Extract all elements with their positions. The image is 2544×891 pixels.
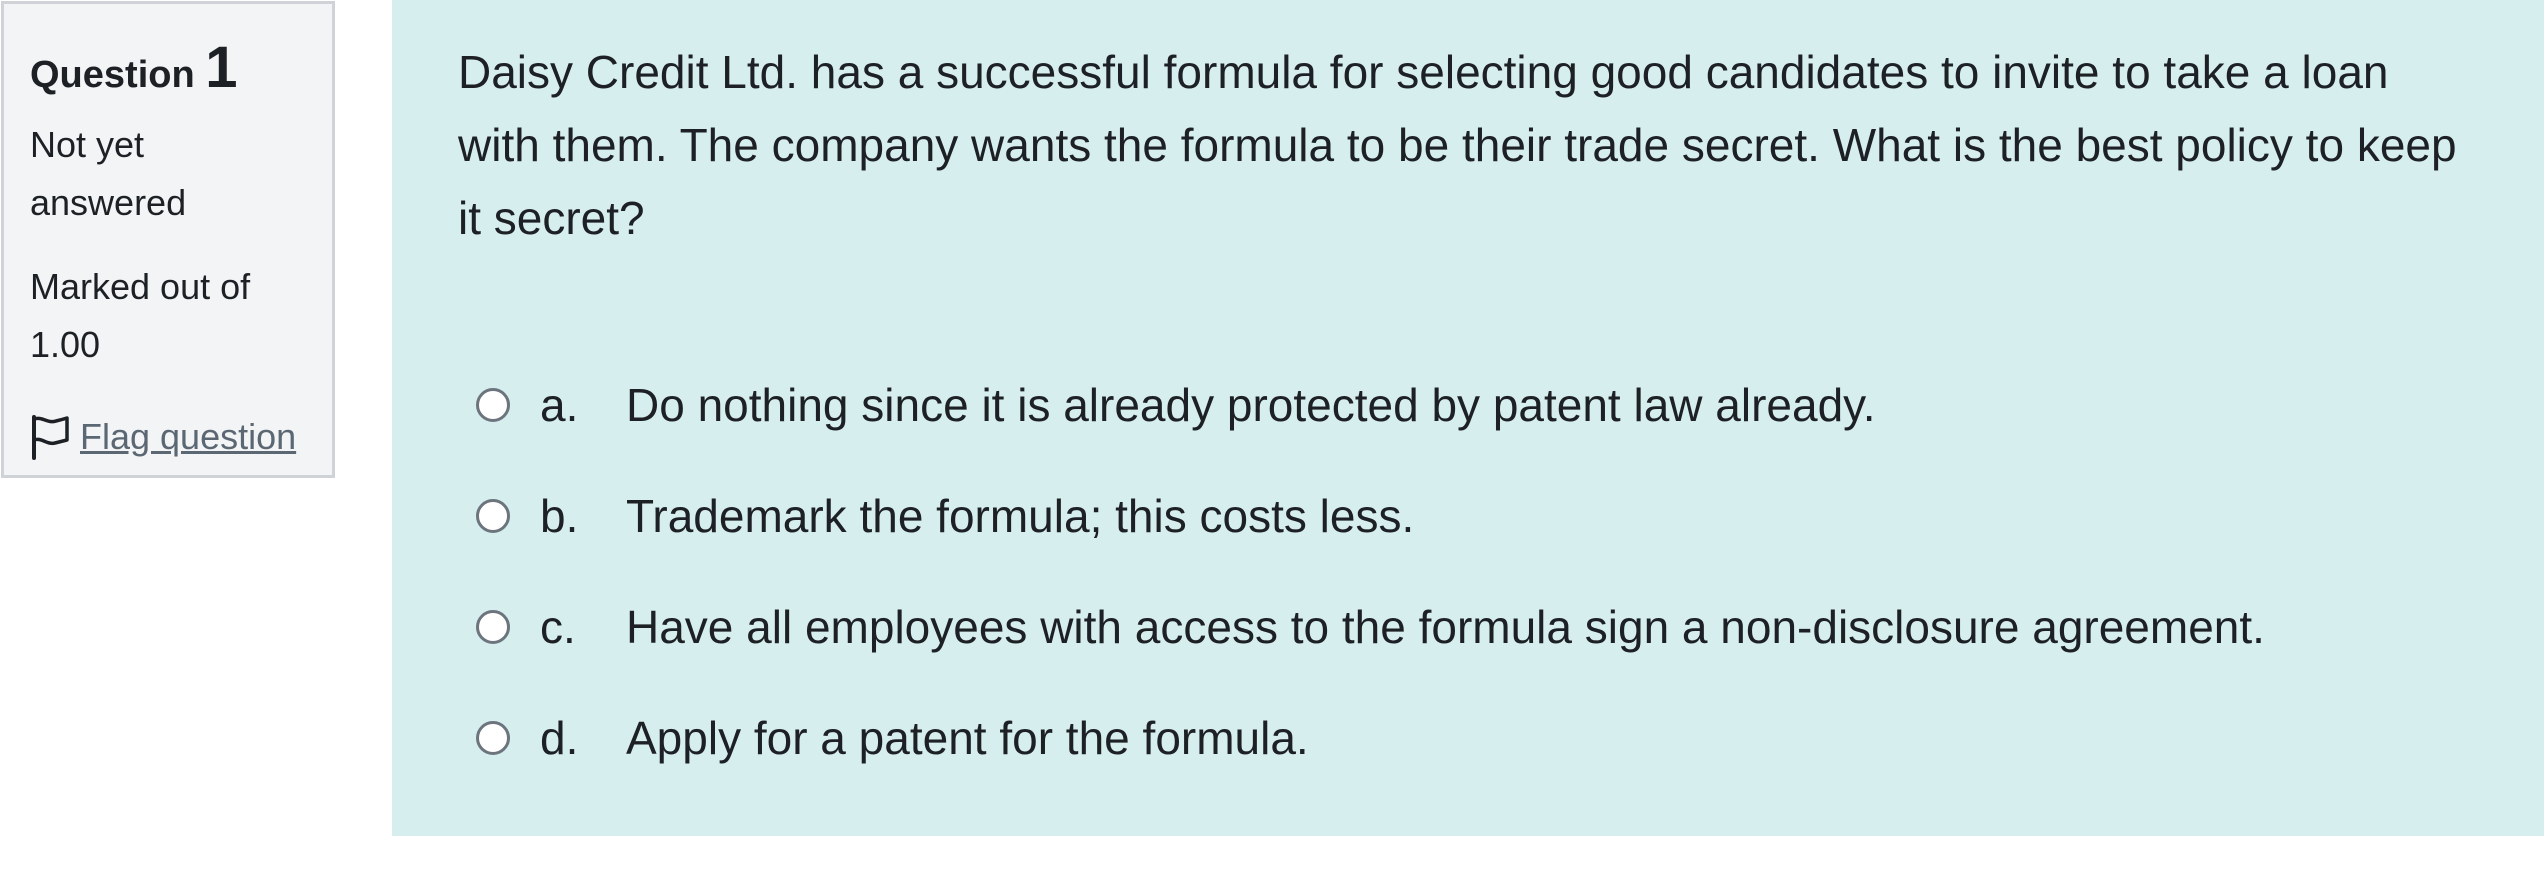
answer-label[interactable]: Trademark the formula; this costs less. [626,489,1414,543]
answer-list: a. Do nothing since it is already protec… [458,349,2544,793]
flag-question-link[interactable]: Flag question [80,416,296,458]
answer-letter: d. [540,711,579,764]
flag-question-control[interactable]: Flag question [30,414,332,460]
question-content: Daisy Credit Ltd. has a successful formu… [392,0,2544,836]
flag-outline-icon[interactable] [30,414,70,460]
answer-option-a[interactable]: a. Do nothing since it is already protec… [458,349,2544,460]
answer-radio-b[interactable] [476,498,510,533]
question-text: Daisy Credit Ltd. has a successful formu… [458,46,2457,244]
answer-option-d[interactable]: d. Apply for a patent for the formula. [458,682,2544,793]
answer-label[interactable]: Have all employees with access to the fo… [626,600,2265,654]
question-info-panel: Question 1 Not yet answered Marked out o… [1,1,335,478]
question-heading: Question 1 [30,28,332,108]
question-grade: Marked out of 1.00 [30,266,251,365]
answer-label[interactable]: Apply for a patent for the formula. [626,711,1309,765]
answer-radio-a[interactable] [476,387,510,422]
answer-radio-c[interactable] [476,609,510,644]
question-number: 1 [205,35,238,100]
question-state: Not yet answered [30,124,187,223]
answer-letter: b. [540,489,579,542]
answer-label[interactable]: Do nothing since it is already protected… [626,378,1876,432]
answer-option-c[interactable]: c. Have all employees with access to the… [458,571,2544,682]
answer-option-b[interactable]: b. Trademark the formula; this costs les… [458,460,2544,571]
answer-letter: a. [540,378,579,431]
question-heading-prefix: Question [30,54,195,96]
answer-letter: c. [540,600,576,653]
answer-radio-d[interactable] [476,720,510,755]
